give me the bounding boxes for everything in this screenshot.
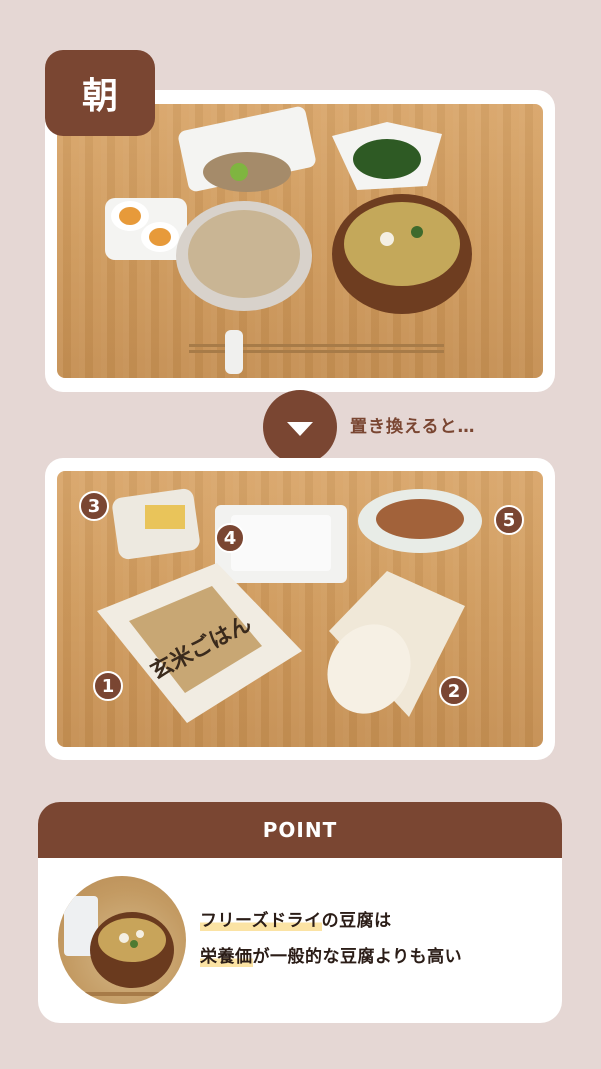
point-card: POINT フリーズドライの豆腐は 栄養価が一般的な豆腐よりも高い — [38, 802, 562, 1023]
point-text-2: が一般的な豆腐よりも高い — [252, 947, 463, 967]
marker-1: 1 — [93, 671, 123, 701]
point-line-1: フリーズドライの豆腐は — [200, 906, 392, 931]
point-highlight-2: 栄養価 — [200, 947, 253, 967]
marker-3: 3 — [79, 491, 109, 521]
point-highlight-1: フリーズドライ — [200, 911, 322, 931]
point-text-1: の豆腐は — [321, 911, 392, 931]
chevron-down-icon — [287, 422, 313, 436]
marker-5: 5 — [494, 505, 524, 535]
down-arrow-badge — [263, 390, 337, 464]
point-header: POINT — [38, 802, 562, 858]
miso-soup-thumbnail — [58, 876, 186, 1004]
breakfast-photo — [57, 104, 543, 378]
point-line-2: 栄養価が一般的な豆腐よりも高い — [200, 942, 462, 967]
replacement-photo: 玄米ごはん — [57, 471, 543, 747]
marker-4: 4 — [215, 523, 245, 553]
replace-caption: 置き換えると… — [350, 417, 476, 437]
breakfast-badge: 朝 — [45, 50, 155, 136]
marker-2: 2 — [439, 676, 469, 706]
